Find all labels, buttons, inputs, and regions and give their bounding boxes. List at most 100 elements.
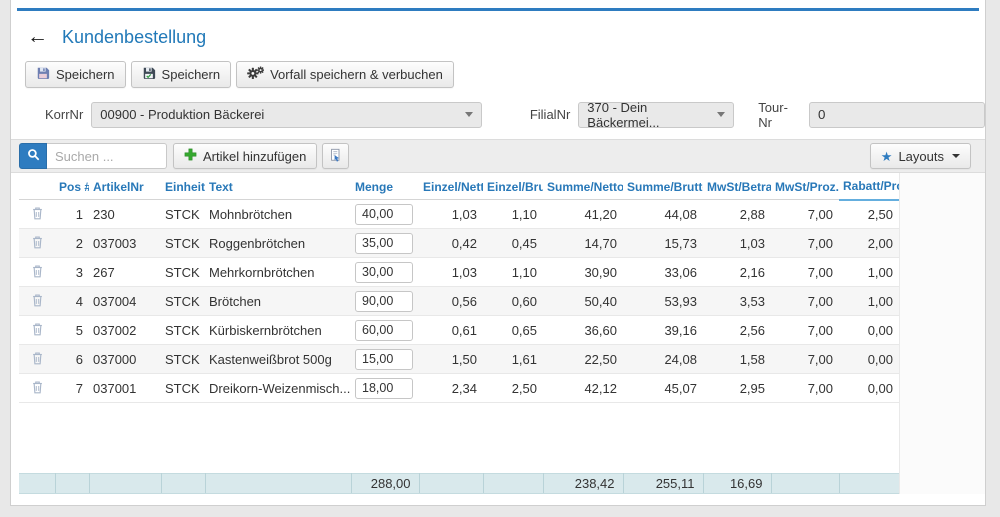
delete-row-icon[interactable]: [31, 351, 44, 365]
post-order-button-label: Vorfall speichern & verbuchen: [270, 67, 443, 82]
plus-icon: [184, 148, 197, 164]
pos-cell: 1: [55, 200, 89, 229]
col-header-menge[interactable]: Menge: [351, 173, 419, 200]
artikelnr-cell: 037004: [89, 287, 161, 316]
filialnr-select[interactable]: 370 - Dein Bäckermei...: [578, 102, 734, 128]
artikelnr-cell: 037003: [89, 229, 161, 258]
summe-brutto-cell: 33,06: [623, 258, 703, 287]
col-header-rabatt-proz-label: Rabatt/Pro..: [843, 179, 899, 193]
save-check-icon: [142, 66, 156, 83]
chevron-down-icon: [465, 112, 473, 117]
totals-pos-cell: [55, 474, 89, 494]
einzel-brutto-cell: 0,60: [483, 287, 543, 316]
search-group: [19, 143, 167, 169]
menge-input[interactable]: [355, 204, 413, 225]
summe-brutto-cell: 53,93: [623, 287, 703, 316]
delete-row-icon[interactable]: [31, 380, 44, 394]
text-cell: Kastenweißbrot 500g: [205, 345, 351, 374]
col-header-rabatt-proz[interactable]: Rabatt/Pro..: [839, 173, 899, 200]
import-icon: [329, 148, 342, 165]
rabatt-proz-cell: 0,00: [839, 316, 899, 345]
delete-row-icon[interactable]: [31, 322, 44, 336]
mwst-proz-cell: 7,00: [771, 374, 839, 403]
pos-cell: 6: [55, 345, 89, 374]
pos-cell: 5: [55, 316, 89, 345]
layouts-button[interactable]: ★ Layouts: [870, 143, 971, 169]
search-button[interactable]: [19, 143, 47, 169]
table-row: 3 267 STCK Mehrkornbrötchen 1,03 1,10 30…: [19, 258, 899, 287]
order-grid: Pos # ArtikelNr Einheit Text Menge Einze…: [11, 173, 899, 494]
totals-rabatt-proz-cell: [839, 474, 899, 494]
delete-row-icon[interactable]: [31, 206, 44, 220]
table-row: 7 037001 STCK Dreikorn-Weizenmisch... 2,…: [19, 374, 899, 403]
menge-input[interactable]: [355, 262, 413, 283]
col-header-mwst-proz[interactable]: MwSt/Proz...: [771, 173, 839, 200]
add-article-button[interactable]: Artikel hinzufügen: [173, 143, 317, 169]
col-header-summe-brutto[interactable]: Summe/Brutto: [623, 173, 703, 200]
col-header-mwst-betrag[interactable]: MwSt/Betrag: [703, 173, 771, 200]
delete-row-icon[interactable]: [31, 264, 44, 278]
order-table-area: Pos # ArtikelNr Einheit Text Menge Einze…: [11, 173, 985, 494]
rabatt-proz-cell: 0,00: [839, 374, 899, 403]
col-header-einzel-brutto[interactable]: Einzel/Brutto: [483, 173, 543, 200]
mwst-betrag-cell: 3,53: [703, 287, 771, 316]
menge-cell: [351, 200, 419, 229]
back-arrow-icon[interactable]: ←: [27, 27, 48, 47]
order-panel: ← Kundenbestellung Speichern Speichern V…: [10, 0, 986, 506]
delete-cell: [19, 345, 55, 374]
einzel-netto-cell: 1,03: [419, 200, 483, 229]
save-check-button-label: Speichern: [162, 67, 221, 82]
save-check-button[interactable]: Speichern: [131, 61, 232, 88]
menge-cell: [351, 316, 419, 345]
mwst-betrag-cell: 1,58: [703, 345, 771, 374]
mwst-betrag-cell: 2,95: [703, 374, 771, 403]
totals-artikelnr-cell: [89, 474, 161, 494]
menge-input[interactable]: [355, 320, 413, 341]
scrollbar-gutter[interactable]: [899, 173, 985, 494]
artikelnr-cell: 037002: [89, 316, 161, 345]
col-header-artikelnr[interactable]: ArtikelNr: [89, 173, 161, 200]
menge-input[interactable]: [355, 233, 413, 254]
order-header-form: KorrNr 00900 - Produktion Bäckerei Filia…: [11, 101, 985, 128]
totals-einzel-brutto-cell: [483, 474, 543, 494]
text-cell: Roggenbrötchen: [205, 229, 351, 258]
menge-input[interactable]: [355, 291, 413, 312]
einzel-brutto-cell: 0,65: [483, 316, 543, 345]
einzel-brutto-cell: 1,10: [483, 258, 543, 287]
delete-row-icon[interactable]: [31, 235, 44, 249]
einheit-cell: STCK: [161, 258, 205, 287]
menge-input[interactable]: [355, 349, 413, 370]
mwst-proz-cell: 7,00: [771, 345, 839, 374]
post-order-button[interactable]: Vorfall speichern & verbuchen: [236, 61, 454, 88]
text-cell: Dreikorn-Weizenmisch...: [205, 374, 351, 403]
table-row: 1 230 STCK Mohnbrötchen 1,03 1,10 41,20 …: [19, 200, 899, 229]
col-header-einzel-netto[interactable]: Einzel/Netto: [419, 173, 483, 200]
summe-brutto-cell: 24,08: [623, 345, 703, 374]
totals-einheit-cell: [161, 474, 205, 494]
col-header-text[interactable]: Text: [205, 173, 351, 200]
save-button-label: Speichern: [56, 67, 115, 82]
einheit-cell: STCK: [161, 200, 205, 229]
summe-brutto-cell: 45,07: [623, 374, 703, 403]
totals-summe-netto: 238,42: [543, 474, 623, 494]
import-article-button[interactable]: [322, 143, 349, 169]
delete-cell: [19, 229, 55, 258]
mwst-betrag-cell: 2,56: [703, 316, 771, 345]
totals-mwst-betrag: 16,69: [703, 474, 771, 494]
summe-netto-cell: 30,90: [543, 258, 623, 287]
order-table: Pos # ArtikelNr Einheit Text Menge Einze…: [19, 173, 899, 403]
col-header-summe-netto[interactable]: Summe/Netto: [543, 173, 623, 200]
delete-cell: [19, 287, 55, 316]
mwst-betrag-cell: 1,03: [703, 229, 771, 258]
delete-cell: [19, 374, 55, 403]
menge-input[interactable]: [355, 378, 413, 399]
tournr-input[interactable]: [809, 102, 985, 128]
star-icon: ★: [881, 150, 893, 163]
text-cell: Mohnbrötchen: [205, 200, 351, 229]
search-input[interactable]: [47, 143, 167, 169]
col-header-einheit[interactable]: Einheit: [161, 173, 205, 200]
korrnr-select[interactable]: 00900 - Produktion Bäckerei: [91, 102, 482, 128]
delete-row-icon[interactable]: [31, 293, 44, 307]
col-header-pos[interactable]: Pos #: [55, 173, 89, 200]
save-button[interactable]: Speichern: [25, 61, 126, 88]
